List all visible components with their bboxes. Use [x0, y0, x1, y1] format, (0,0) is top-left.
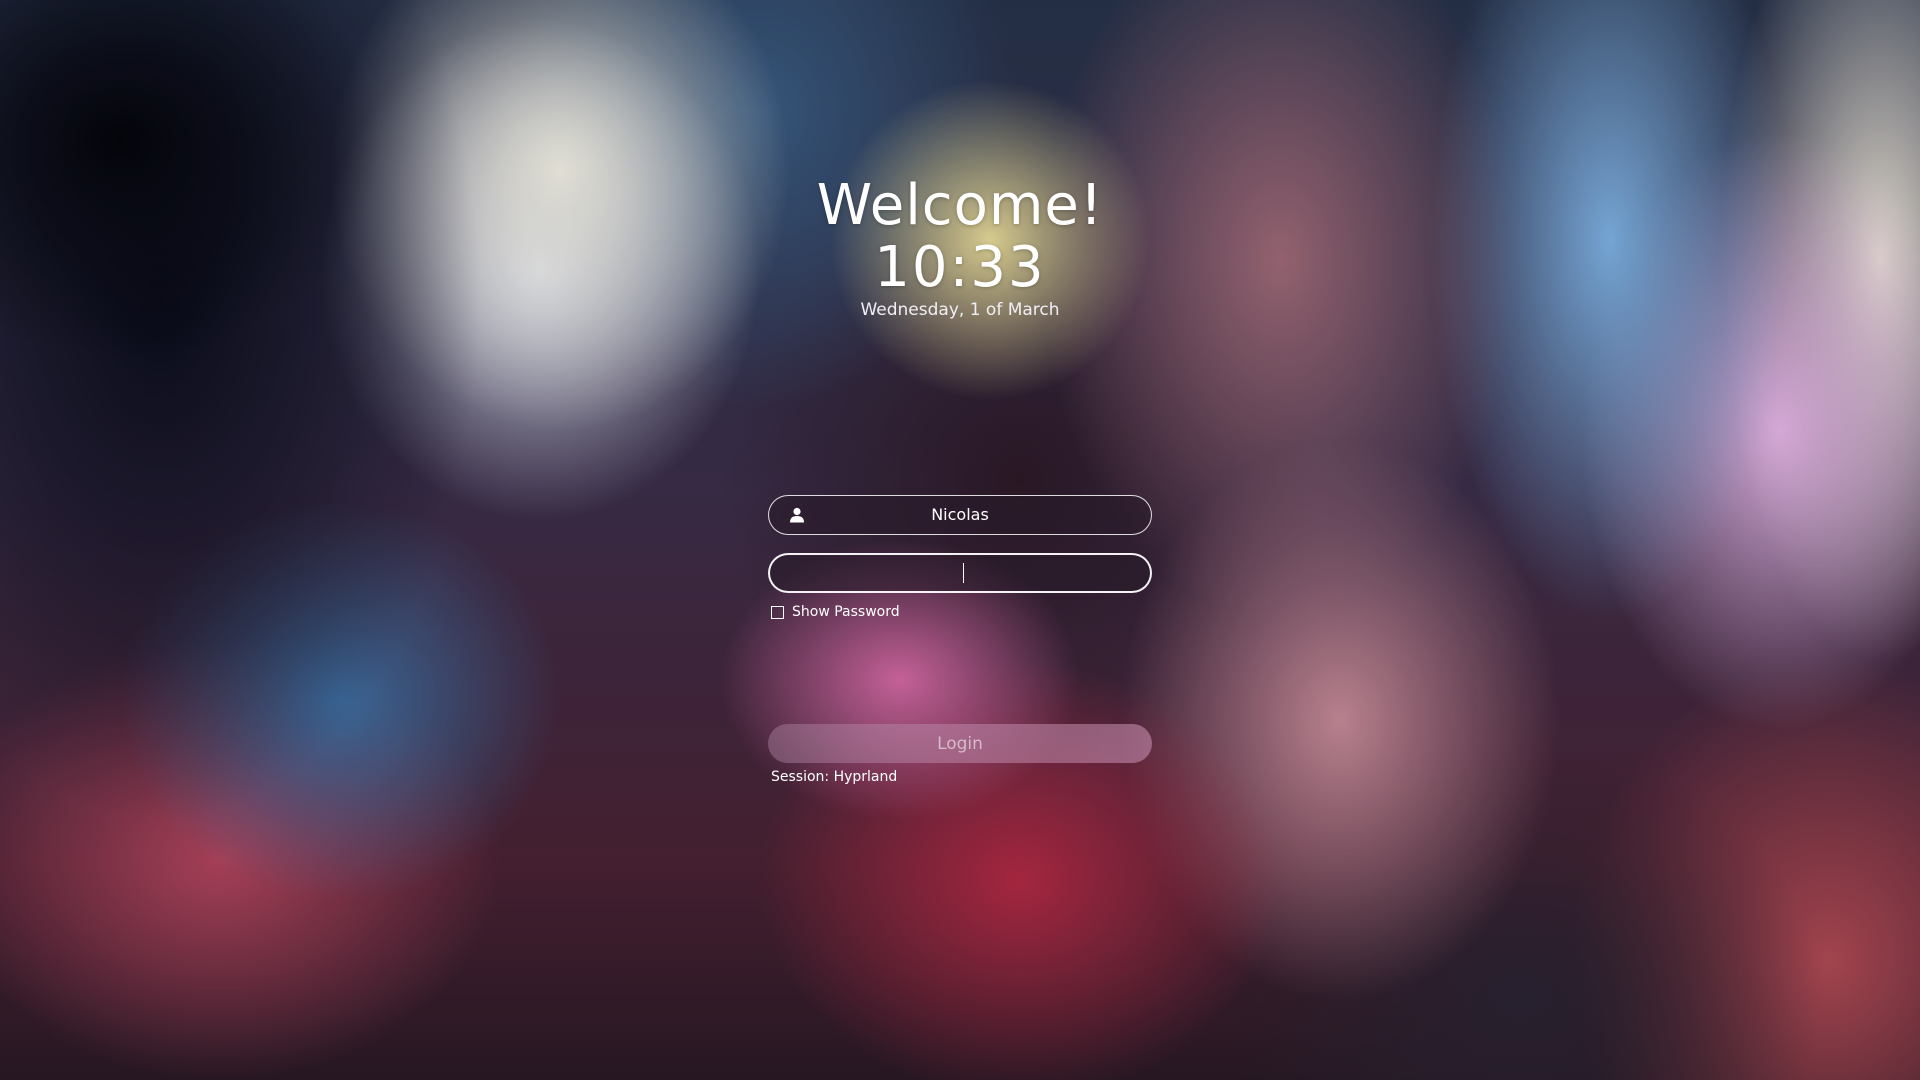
date-label: Wednesday, 1 of March	[860, 300, 1060, 320]
text-caret	[963, 563, 964, 583]
username-field[interactable]: Nicolas	[768, 495, 1152, 535]
password-field-container	[768, 553, 1152, 593]
clock: 10:33	[874, 235, 1046, 300]
login-screen: Welcome! 10:33 Wednesday, 1 of March Nic…	[0, 0, 1920, 1080]
show-password-label: Show Password	[792, 604, 900, 620]
login-button[interactable]: Login	[768, 724, 1152, 763]
show-password-toggle[interactable]: Show Password	[771, 603, 900, 621]
session-selector[interactable]: Session: Hyprland	[771, 767, 897, 787]
welcome-title: Welcome!	[816, 173, 1104, 238]
username-value: Nicolas	[931, 505, 989, 524]
password-input[interactable]	[770, 555, 1150, 591]
wallpaper-overlay	[0, 0, 1920, 1080]
show-password-checkbox[interactable]	[771, 605, 784, 619]
